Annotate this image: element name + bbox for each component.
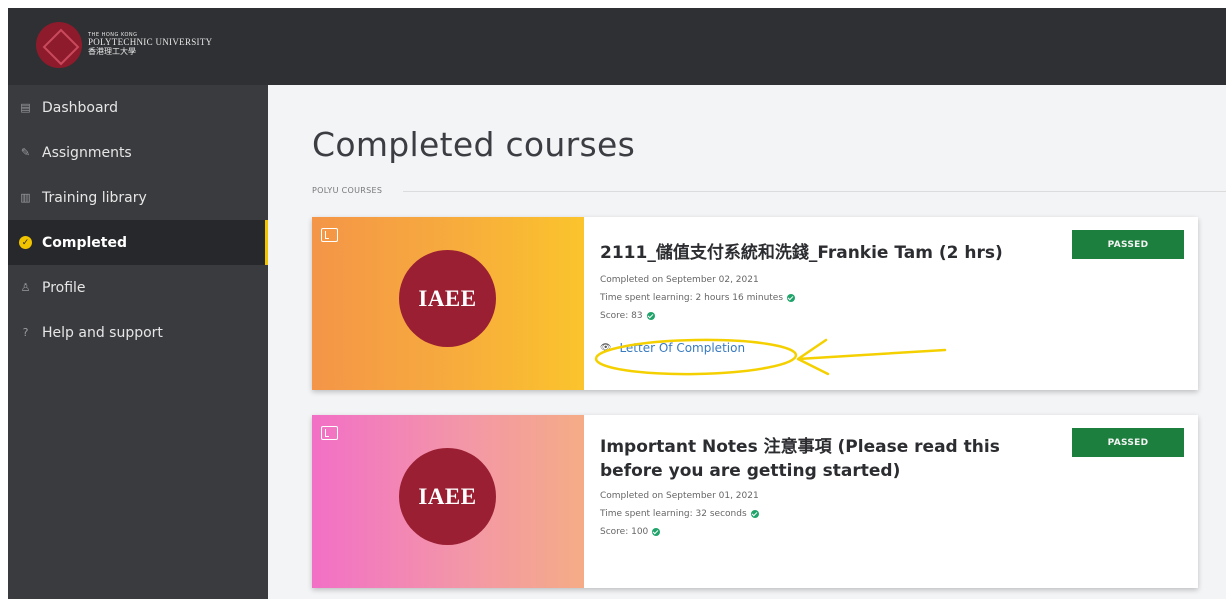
- course-thumbnail[interactable]: IAEE: [312, 415, 584, 588]
- course-info: Important Notes 注意事項 (Please read this b…: [600, 415, 1050, 537]
- check-circle-icon: [787, 294, 796, 302]
- course-logo: IAEE: [399, 448, 496, 545]
- course-card[interactable]: IAEE 2111_儲值支付系統和洗錢_Frankie Tam (2 hrs) …: [312, 217, 1198, 390]
- folder-icon: [321, 228, 338, 242]
- letter-of-completion-label: Letter Of Completion: [619, 341, 746, 355]
- university-seal-icon: [36, 22, 82, 68]
- logo-text: THE HONG KONG POLYTECHNIC UNIVERSITY 香港理…: [88, 32, 212, 57]
- help-icon: ?: [22, 326, 29, 339]
- course-card[interactable]: IAEE Important Notes 注意事項 (Please read t…: [312, 415, 1198, 588]
- course-logo: IAEE: [399, 250, 496, 347]
- sidebar-item-label: Help and support: [42, 324, 163, 341]
- sidebar-item-label: Dashboard: [42, 99, 118, 116]
- app-window: THE HONG KONG POLYTECHNIC UNIVERSITY 香港理…: [8, 8, 1226, 599]
- score-text: Score: 83: [600, 311, 643, 321]
- main-content: Completed courses POLYU COURSES IAEE 211…: [271, 85, 1226, 599]
- university-logo[interactable]: THE HONG KONG POLYTECHNIC UNIVERSITY 香港理…: [36, 22, 212, 68]
- top-bar: THE HONG KONG POLYTECHNIC UNIVERSITY 香港理…: [8, 8, 1226, 85]
- sidebar-item-training-library[interactable]: ▥ Training library: [8, 175, 268, 220]
- sidebar-item-label: Assignments: [42, 144, 132, 161]
- sidebar-item-label: Training library: [42, 189, 147, 206]
- time-spent: Time spent learning: 2 hours 16 minutes: [600, 293, 1050, 303]
- sidebar-item-label: Completed: [42, 234, 128, 251]
- passed-badge: PASSED: [1072, 230, 1184, 259]
- logo-line-3: 香港理工大學: [88, 47, 136, 57]
- section-label: POLYU COURSES: [312, 186, 383, 195]
- check-circle-icon: [646, 312, 655, 320]
- time-spent: Time spent learning: 32 seconds: [600, 509, 1050, 519]
- letter-of-completion-link[interactable]: 👁 Letter Of Completion: [600, 341, 1050, 355]
- sidebar: ▤ Dashboard ✎ Assignments ▥ Training lib…: [8, 85, 268, 599]
- time-spent-text: Time spent learning: 32 seconds: [600, 509, 747, 519]
- completion-date-text: Completed on September 01, 2021: [600, 491, 759, 501]
- library-icon: ▥: [20, 191, 31, 204]
- dashboard-icon: ▤: [20, 101, 31, 114]
- sidebar-item-label: Profile: [42, 279, 86, 296]
- completion-date: Completed on September 01, 2021: [600, 491, 1050, 501]
- section-divider: [403, 191, 1226, 192]
- page-title: Completed courses: [312, 125, 636, 164]
- course-thumbnail[interactable]: IAEE: [312, 217, 584, 390]
- score-text: Score: 100: [600, 527, 649, 537]
- eye-icon: 👁: [600, 343, 612, 353]
- passed-badge: PASSED: [1072, 428, 1184, 457]
- course-title[interactable]: 2111_儲值支付系統和洗錢_Frankie Tam (2 hrs): [600, 241, 1050, 265]
- completion-date-text: Completed on September 02, 2021: [600, 275, 759, 285]
- check-circle-icon: [652, 528, 661, 536]
- completed-icon: ✓: [19, 236, 32, 249]
- sidebar-item-profile[interactable]: ♙ Profile: [8, 265, 268, 310]
- check-circle-icon: [750, 510, 759, 518]
- sidebar-item-completed[interactable]: ✓ Completed: [8, 220, 268, 265]
- sidebar-item-help-and-support[interactable]: ? Help and support: [8, 310, 268, 355]
- completion-date: Completed on September 02, 2021: [600, 275, 1050, 285]
- time-spent-text: Time spent learning: 2 hours 16 minutes: [600, 293, 784, 303]
- profile-icon: ♙: [20, 281, 31, 294]
- sidebar-item-dashboard[interactable]: ▤ Dashboard: [8, 85, 268, 130]
- score: Score: 100: [600, 527, 1050, 537]
- assignments-icon: ✎: [20, 146, 31, 159]
- score: Score: 83: [600, 311, 1050, 321]
- course-title[interactable]: Important Notes 注意事項 (Please read this b…: [600, 435, 1050, 483]
- course-info: 2111_儲值支付系統和洗錢_Frankie Tam (2 hrs) Compl…: [600, 217, 1050, 355]
- folder-icon: [321, 426, 338, 440]
- sidebar-item-assignments[interactable]: ✎ Assignments: [8, 130, 268, 175]
